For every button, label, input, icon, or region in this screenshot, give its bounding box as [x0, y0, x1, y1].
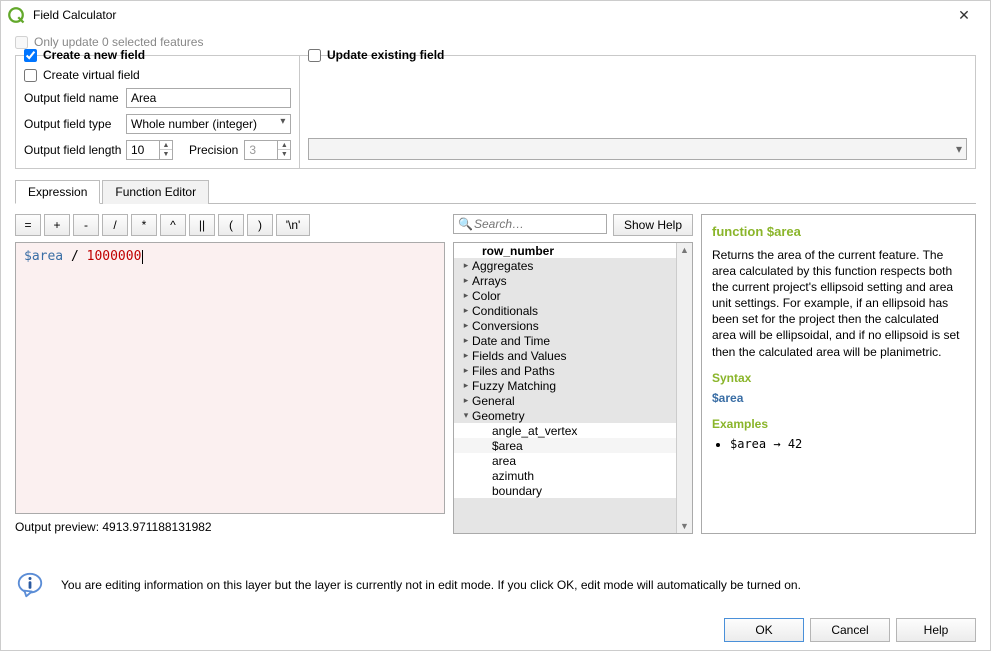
tree-group[interactable]: ▸Conditionals [454, 303, 676, 318]
help-title: function $area [712, 223, 965, 241]
op-eq[interactable]: = [15, 214, 41, 236]
help-body: Returns the area of the current feature.… [712, 247, 965, 360]
update-field-combo: ▾ [308, 138, 967, 160]
tree-item[interactable]: angle_at_vertex [454, 423, 676, 438]
create-new-field-check[interactable]: Create a new field [24, 48, 291, 62]
tab-expression[interactable]: Expression [15, 180, 100, 204]
chevron-down-icon[interactable]: ▼ [680, 521, 689, 531]
tree-group[interactable]: ▸General [454, 393, 676, 408]
tabs: Expression Function Editor [15, 179, 976, 204]
output-type-select[interactable]: Whole number (integer) [126, 114, 291, 134]
update-field-group: Update existing field ▾ [299, 55, 976, 169]
tree-group[interactable]: ▸Fuzzy Matching [454, 378, 676, 393]
tree-group[interactable]: ▸Conversions [454, 318, 676, 333]
close-icon[interactable]: ✕ [944, 7, 984, 24]
tree-group[interactable]: ▸Arrays [454, 273, 676, 288]
tree-group[interactable]: ▸Aggregates [454, 258, 676, 273]
output-preview: Output preview: 4913.971188131982 [15, 520, 445, 534]
app-icon [7, 6, 25, 24]
only-update-label: Only update 0 selected features [34, 35, 203, 49]
output-type-label: Output field type [24, 117, 120, 131]
only-update-checkbox: Only update 0 selected features [15, 35, 976, 49]
tree-item[interactable]: $area [454, 438, 676, 453]
info-text: You are editing information on this laye… [61, 578, 801, 592]
op-div[interactable]: / [102, 214, 128, 236]
op-mul[interactable]: * [131, 214, 157, 236]
update-existing-check[interactable]: Update existing field [308, 48, 967, 62]
update-existing-label: Update existing field [327, 48, 444, 62]
ok-button[interactable]: OK [724, 618, 804, 642]
help-syntax-heading: Syntax [712, 370, 965, 386]
tab-function-editor[interactable]: Function Editor [102, 180, 209, 204]
op-rparen[interactable]: ) [247, 214, 273, 236]
help-syntax-value: $area [712, 390, 965, 406]
tree-group[interactable]: ▸Date and Time [454, 333, 676, 348]
output-name-label: Output field name [24, 91, 120, 105]
op-concat[interactable]: || [189, 214, 215, 236]
precision-label: Precision [189, 143, 238, 157]
tree-scrollbar[interactable]: ▲▼ [676, 243, 692, 533]
help-examples-heading: Examples [712, 416, 965, 432]
create-virtual-label: Create virtual field [43, 68, 140, 82]
expression-editor[interactable]: $area / 1000000 [15, 242, 445, 514]
expr-var: $area [24, 249, 63, 264]
help-panel: function $area Returns the area of the c… [701, 214, 976, 534]
tree-item[interactable]: boundary [454, 483, 676, 498]
expr-op: / [63, 249, 86, 264]
chevron-down-icon[interactable]: ▼ [160, 150, 172, 159]
op-newline[interactable]: '\n' [276, 214, 310, 236]
precision-spin: ▲▼ [244, 140, 291, 160]
tree-group[interactable]: ▸Color [454, 288, 676, 303]
tree-item[interactable]: azimuth [454, 468, 676, 483]
chevron-up-icon[interactable]: ▲ [160, 141, 172, 150]
chevron-up-icon: ▲ [278, 141, 290, 150]
function-tree[interactable]: row_number▸Aggregates▸Arrays▸Color▸Condi… [454, 243, 676, 533]
op-plus[interactable]: + [44, 214, 70, 236]
op-lparen[interactable]: ( [218, 214, 244, 236]
titlebar: Field Calculator ✕ [1, 1, 990, 29]
help-button[interactable]: Help [896, 618, 976, 642]
create-field-group: Create a new field Create virtual field … [15, 55, 300, 169]
cancel-button[interactable]: Cancel [810, 618, 890, 642]
show-help-button[interactable]: Show Help [613, 214, 693, 236]
tree-group[interactable]: ▸Fields and Values [454, 348, 676, 363]
operator-row: = + - / * ^ || ( ) '\n' [15, 214, 445, 236]
expr-num: 1000000 [87, 249, 142, 264]
help-example: $area → 42 [730, 436, 965, 452]
tree-group[interactable]: ▾Geometry [454, 408, 676, 423]
create-new-field-label: Create a new field [43, 48, 145, 62]
search-input[interactable] [453, 214, 607, 234]
chevron-down-icon: ▼ [278, 150, 290, 159]
chevron-up-icon[interactable]: ▲ [680, 245, 689, 255]
op-pow[interactable]: ^ [160, 214, 186, 236]
tree-group[interactable]: ▸Files and Paths [454, 363, 676, 378]
tree-item[interactable]: area [454, 453, 676, 468]
create-virtual-check[interactable]: Create virtual field [24, 68, 291, 82]
output-length-label: Output field length [24, 143, 120, 157]
window-title: Field Calculator [29, 8, 944, 22]
dialog-buttons: OK Cancel Help [1, 610, 990, 650]
output-name-input[interactable] [126, 88, 291, 108]
op-minus[interactable]: - [73, 214, 99, 236]
search-icon: 🔍 [458, 217, 473, 231]
info-icon [15, 570, 45, 600]
chevron-down-icon: ▾ [956, 142, 962, 156]
output-length-spin[interactable]: ▲▼ [126, 140, 173, 160]
